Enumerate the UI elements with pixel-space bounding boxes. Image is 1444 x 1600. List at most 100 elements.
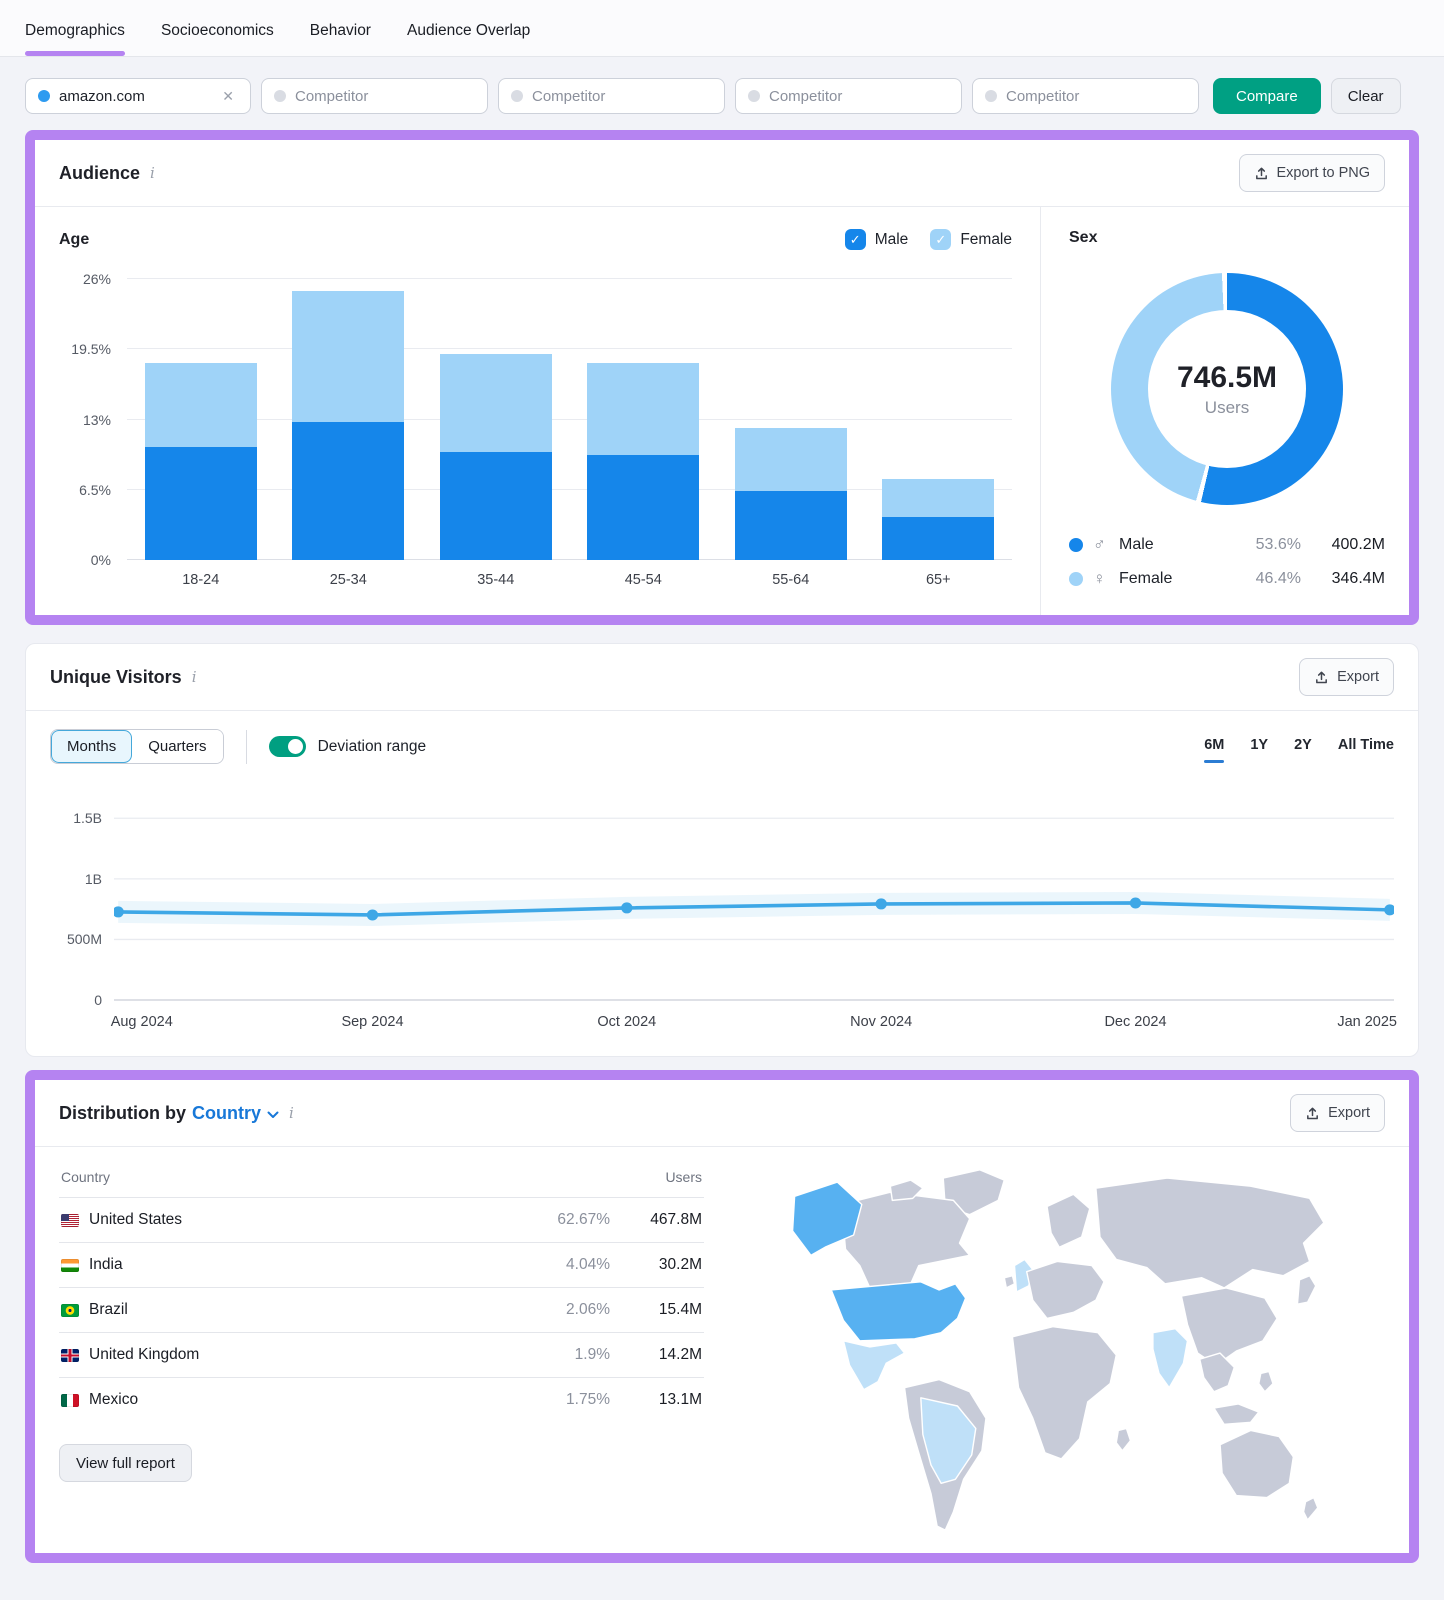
domain-chip[interactable]: amazon.com ✕ (25, 78, 251, 114)
map-region-mexico (842, 1340, 905, 1391)
divider (245, 729, 247, 764)
age-x-axis: 18-24 25-34 35-44 45-54 55-64 65+ (127, 572, 1012, 588)
audience-panel-highlight: Audience i Export to PNG Age ✓ Male ✓ Fe… (25, 130, 1419, 625)
visitors-line-svg (112, 817, 1396, 1001)
y-tick-label: 6.5% (79, 481, 111, 498)
competitor-input-3[interactable]: Competitor (735, 78, 962, 114)
y-tick-label: 26% (82, 271, 111, 288)
male-percent: 53.6% (1255, 536, 1301, 553)
female-color-dot (1069, 572, 1083, 586)
age-title: Age (59, 230, 90, 248)
unique-visitors-card: Unique Visitors i Export Months Quarters … (25, 643, 1419, 1057)
country-name: United Kingdom (89, 1346, 200, 1363)
female-segment (734, 428, 847, 491)
country-users: 467.8M (612, 1197, 704, 1243)
upload-icon (1314, 670, 1329, 685)
nav-tab-behavior[interactable]: Behavior (310, 4, 371, 56)
age-bar-plot (127, 264, 1012, 560)
dimension-dropdown[interactable]: Country (192, 1103, 279, 1124)
age-y-axis: 0% 6.5% 13% 19.5% 26% (59, 264, 111, 568)
x-tick-label: Nov 2024 (850, 1014, 913, 1030)
toggle-on-icon (268, 736, 306, 757)
competitor-placeholder: Competitor (532, 87, 606, 105)
competitor-input-2[interactable]: Competitor (498, 78, 725, 114)
nav-tab-demographics[interactable]: Demographics (25, 4, 125, 56)
female-segment (144, 363, 257, 447)
male-segment (734, 490, 847, 560)
clear-button[interactable]: Clear (1330, 78, 1401, 114)
sex-donut-chart: 746.5M Users (1111, 273, 1343, 505)
distribution-card: Distribution by Country i Export Country… (35, 1080, 1409, 1553)
country-name: India (89, 1256, 123, 1273)
export-button[interactable]: Export (1299, 658, 1394, 696)
in-flag-icon (61, 1258, 79, 1272)
nav-tab-audience-overlap[interactable]: Audience Overlap (407, 4, 530, 56)
close-icon[interactable]: ✕ (218, 86, 238, 107)
age-bar-18-24 (127, 264, 275, 560)
male-segment (439, 451, 552, 560)
info-icon[interactable]: i (150, 164, 155, 182)
granularity-quarters[interactable]: Quarters (132, 730, 223, 763)
female-segment (587, 363, 700, 456)
info-icon[interactable]: i (289, 1104, 294, 1122)
period-1y[interactable]: 1Y (1250, 731, 1268, 763)
male-label: Male (1119, 536, 1154, 553)
female-checkbox[interactable]: ✓ Female (930, 229, 1012, 250)
map-region-se-asia (1198, 1352, 1235, 1393)
compare-button[interactable]: Compare (1213, 78, 1321, 114)
visitors-y-axis: 0 500M 1B 1.5B (50, 788, 114, 1008)
period-2y[interactable]: 2Y (1294, 731, 1312, 763)
competitor-input-1[interactable]: Competitor (261, 78, 488, 114)
country-table: Country Users United States 62.67% 467.8M I… (59, 1155, 704, 1422)
map-region-new-zealand (1302, 1496, 1318, 1521)
gb-flag-icon (61, 1348, 79, 1362)
country-name: Mexico (89, 1391, 139, 1408)
x-tick-label: 35-44 (477, 572, 515, 588)
age-bar-45-54 (570, 264, 718, 560)
y-tick-label: 0% (90, 552, 111, 568)
age-bar-65+ (865, 264, 1013, 560)
competitor-color-dot (748, 90, 760, 102)
competitor-color-dot (511, 90, 523, 102)
female-users: 346.4M (1331, 570, 1385, 587)
y-tick-label: 1B (84, 870, 102, 887)
chevron-down-icon (267, 1103, 279, 1124)
visitors-x-axis: Aug 2024 Sep 2024 Oct 2024 Nov 2024 Dec 2024… (111, 1014, 1397, 1040)
map-region-russia (1094, 1177, 1325, 1289)
period-all-time[interactable]: All Time (1338, 731, 1394, 763)
table-row-mx: Mexico 1.75% 13.1M (59, 1378, 704, 1423)
legend-row-female: ♀ Female 46.4% 346.4M (1069, 569, 1385, 589)
map-region-africa (1011, 1325, 1117, 1460)
map-region-indonesia (1212, 1403, 1259, 1426)
deviation-range-toggle[interactable]: Deviation range (268, 736, 426, 757)
map-region-australia (1218, 1429, 1294, 1499)
period-6m[interactable]: 6M (1204, 731, 1225, 763)
checkmark-icon: ✓ (844, 229, 866, 250)
active-tab-underline (25, 51, 125, 56)
granularity-months[interactable]: Months (51, 730, 133, 763)
country-percent: 1.9% (454, 1332, 612, 1378)
country-percent: 1.75% (566, 1391, 610, 1408)
info-icon[interactable]: i (192, 668, 197, 686)
female-symbol-icon: ♀ (1093, 569, 1106, 588)
nav-tab-socioeconomics[interactable]: Socioeconomics (161, 4, 274, 56)
map-region-united-states (830, 1281, 966, 1342)
x-tick-label: 65+ (925, 572, 951, 588)
export-button[interactable]: Export (1290, 1094, 1385, 1132)
export-to-png-button[interactable]: Export to PNG (1238, 154, 1385, 192)
world-map (704, 1155, 1385, 1535)
map-region-ireland (1003, 1275, 1015, 1289)
distribution-title: Distribution by (59, 1102, 186, 1123)
column-header-users: Users (612, 1155, 704, 1198)
period-selector: 6M 1Y 2Y All Time (1204, 731, 1394, 763)
male-checkbox[interactable]: ✓ Male (844, 229, 908, 250)
male-users: 400.2M (1331, 536, 1385, 553)
competitor-input-4[interactable]: Competitor (972, 78, 1199, 114)
sex-chart-section: Sex 746.5M Users ♂ Male 53.6% 400.2M ♀ F… (1041, 207, 1409, 615)
competitor-placeholder: Competitor (769, 87, 843, 105)
x-tick-label: Dec 2024 (1104, 1014, 1167, 1030)
view-full-report-button[interactable]: View full report (59, 1444, 192, 1482)
age-bar-55-64 (717, 264, 865, 560)
domain-color-dot (38, 90, 50, 102)
distribution-panel-highlight: Distribution by Country i Export Country… (25, 1070, 1419, 1563)
